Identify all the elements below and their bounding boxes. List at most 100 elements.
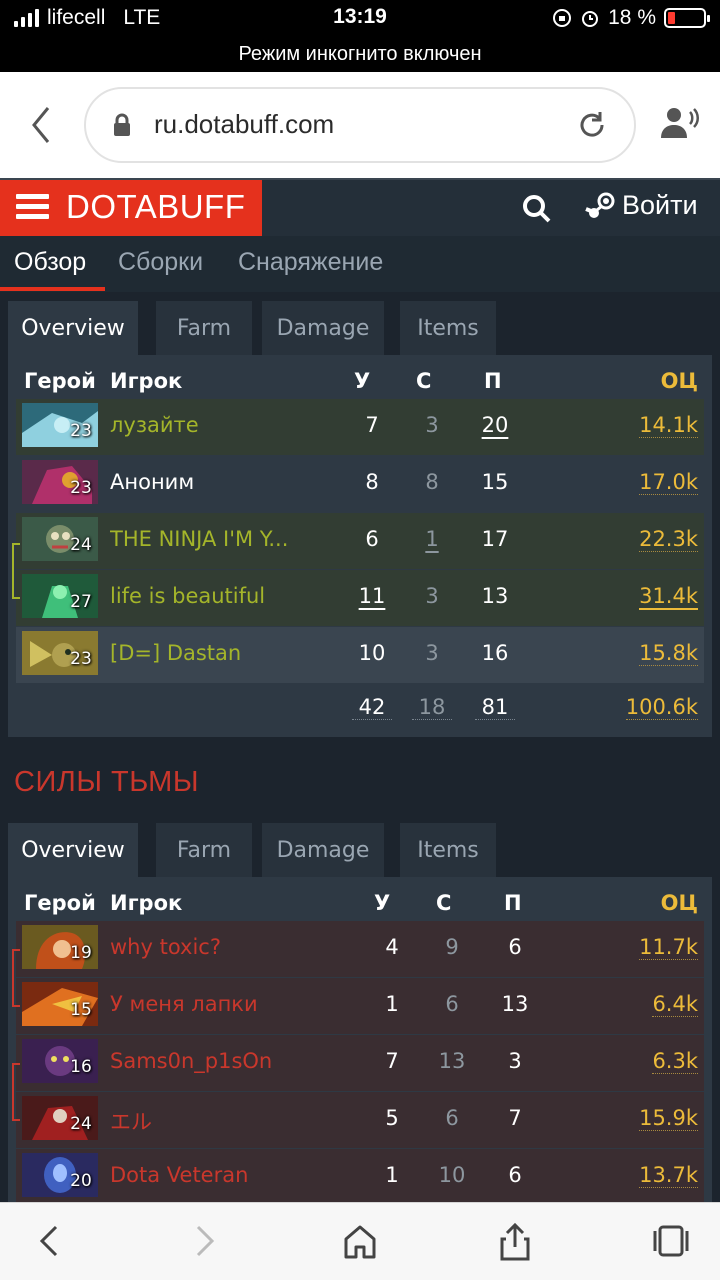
browser-bottom-nav: [0, 1202, 720, 1280]
player-name[interactable]: У меня лапки: [110, 992, 320, 1016]
login-label: Войти: [622, 190, 698, 220]
col-kills[interactable]: У: [374, 891, 390, 915]
subtab-damage[interactable]: Damage: [262, 301, 384, 355]
assists: 16: [481, 641, 509, 665]
col-networth[interactable]: ОЦ: [661, 369, 698, 393]
col-player[interactable]: Игрок: [110, 891, 182, 915]
col-networth[interactable]: ОЦ: [661, 891, 698, 915]
alarm-icon: [582, 11, 599, 27]
networth: 11.7k: [639, 935, 698, 960]
player-name[interactable]: life is beautiful: [110, 584, 320, 608]
subtab-farm[interactable]: Farm: [156, 823, 252, 877]
deaths: 6: [445, 1106, 459, 1130]
player-name[interactable]: лузайте: [110, 413, 320, 437]
player-name[interactable]: Аноним: [110, 470, 320, 494]
address-bar[interactable]: ru.dotabuff.com: [84, 87, 636, 163]
col-hero[interactable]: Герой: [24, 369, 96, 393]
player-name[interactable]: THE NINJA I'M Y...: [110, 527, 320, 551]
hero-level: 23: [70, 421, 92, 441]
site-logo[interactable]: DOTABUFF: [0, 180, 262, 236]
assists: 20: [481, 413, 509, 437]
totals-row: 42 18 81 100.6k: [16, 683, 704, 739]
player-name[interactable]: [D=] Dastan: [110, 641, 320, 665]
dire-subtabs: Overview Farm Damage Items: [8, 823, 712, 877]
networth: 13.7k: [639, 1163, 698, 1188]
hero-level: 27: [70, 592, 92, 612]
table-row[interactable]: 23 лузайте 7 3 20 14.1k: [16, 399, 704, 455]
login-button[interactable]: Войти: [584, 190, 698, 221]
orientation-lock-icon: [553, 9, 572, 27]
col-assists[interactable]: П: [484, 369, 502, 393]
col-player[interactable]: Игрок: [110, 369, 182, 393]
networth: 6.4k: [652, 992, 698, 1017]
table-row[interactable]: 23 Аноним 8 8 15 17.0k: [16, 456, 704, 512]
deaths: 3: [425, 413, 439, 437]
player-name[interactable]: エル: [110, 1106, 320, 1136]
col-hero[interactable]: Герой: [24, 891, 96, 915]
table-row[interactable]: 24 THE NINJA I'M Y... 6 1 17 22.3k: [16, 513, 704, 569]
networth: 17.0k: [639, 470, 698, 495]
active-tab-indicator: [0, 287, 105, 291]
total-networth: 100.6k: [625, 695, 698, 720]
dire-section-title: СИЛЫ ТЬМЫ: [14, 766, 199, 798]
reload-icon[interactable]: [576, 109, 608, 141]
kills: 7: [385, 1049, 399, 1073]
tabs-icon[interactable]: [652, 1221, 690, 1261]
subtab-overview[interactable]: Overview: [8, 823, 138, 877]
player-name[interactable]: Dota Veteran: [110, 1163, 320, 1187]
kills: 7: [365, 413, 379, 437]
steam-icon: [585, 192, 615, 218]
deaths: 3: [425, 641, 439, 665]
table-row[interactable]: 23 [D=] Dastan 10 3 16 15.8k: [16, 627, 704, 683]
table-row[interactable]: 15 У меня лапки 1 6 13 6.4k: [16, 978, 704, 1034]
hero-level: 20: [70, 1171, 92, 1191]
total-deaths: 18: [412, 695, 452, 720]
player-name[interactable]: why toxic?: [110, 935, 320, 959]
tab-overview[interactable]: Обзор: [14, 248, 86, 277]
kills: 4: [385, 935, 399, 959]
nav-back-icon[interactable]: [36, 1221, 62, 1261]
tab-items[interactable]: Снаряжение: [238, 248, 383, 277]
table-row[interactable]: 19 why toxic? 4 9 6 11.7k: [16, 921, 704, 977]
table-row[interactable]: 20 Dota Veteran 1 10 6 13.7k: [16, 1149, 704, 1205]
col-deaths[interactable]: С: [436, 891, 451, 915]
player-name[interactable]: Sams0n_p1sOn: [110, 1049, 320, 1073]
kills: 5: [385, 1106, 399, 1130]
table-row[interactable]: 16 Sams0n_p1sOn 7 13 3 6.3k: [16, 1035, 704, 1091]
assists: 17: [481, 527, 509, 551]
subtab-farm[interactable]: Farm: [156, 301, 252, 355]
hero-level: 19: [70, 943, 92, 963]
subtab-damage[interactable]: Damage: [262, 823, 384, 877]
col-assists[interactable]: П: [504, 891, 522, 915]
status-bar: lifecell LTE 13:19 18 %: [0, 0, 720, 38]
subtab-overview[interactable]: Overview: [8, 301, 138, 355]
voice-icon[interactable]: [660, 106, 700, 140]
subtab-items[interactable]: Items: [400, 301, 496, 355]
hero-level: 24: [70, 535, 92, 555]
battery-percent: 18 %: [608, 6, 656, 29]
party-indicator: [12, 1063, 20, 1121]
subtab-items[interactable]: Items: [400, 823, 496, 877]
nav-forward-icon[interactable]: [192, 1221, 218, 1261]
site-header: DOTABUFF Войти: [0, 178, 720, 236]
search-icon[interactable]: [522, 194, 552, 224]
total-assists: 81: [475, 695, 515, 720]
hero-level: 23: [70, 478, 92, 498]
table-row[interactable]: 24 エル 5 6 7 15.9k: [16, 1092, 704, 1148]
networth: 15.9k: [639, 1106, 698, 1131]
hero-level: 24: [70, 1114, 92, 1134]
table-row[interactable]: 27 life is beautiful 11 3 13 31.4k: [16, 570, 704, 626]
col-kills[interactable]: У: [354, 369, 370, 393]
browser-toolbar: ru.dotabuff.com: [0, 72, 720, 178]
assists: 3: [508, 1049, 522, 1073]
col-deaths[interactable]: С: [416, 369, 431, 393]
tab-builds[interactable]: Сборки: [118, 248, 203, 277]
networth: 6.3k: [652, 1049, 698, 1074]
dire-scoreboard: Герой Игрок У С П ОЦ 19 why toxic? 4 9 6…: [8, 877, 712, 1205]
share-icon[interactable]: [498, 1221, 532, 1263]
kills: 8: [365, 470, 379, 494]
home-icon[interactable]: [342, 1221, 378, 1261]
assists: 6: [508, 1163, 522, 1187]
back-icon[interactable]: [22, 100, 62, 150]
menu-icon[interactable]: [16, 194, 49, 220]
